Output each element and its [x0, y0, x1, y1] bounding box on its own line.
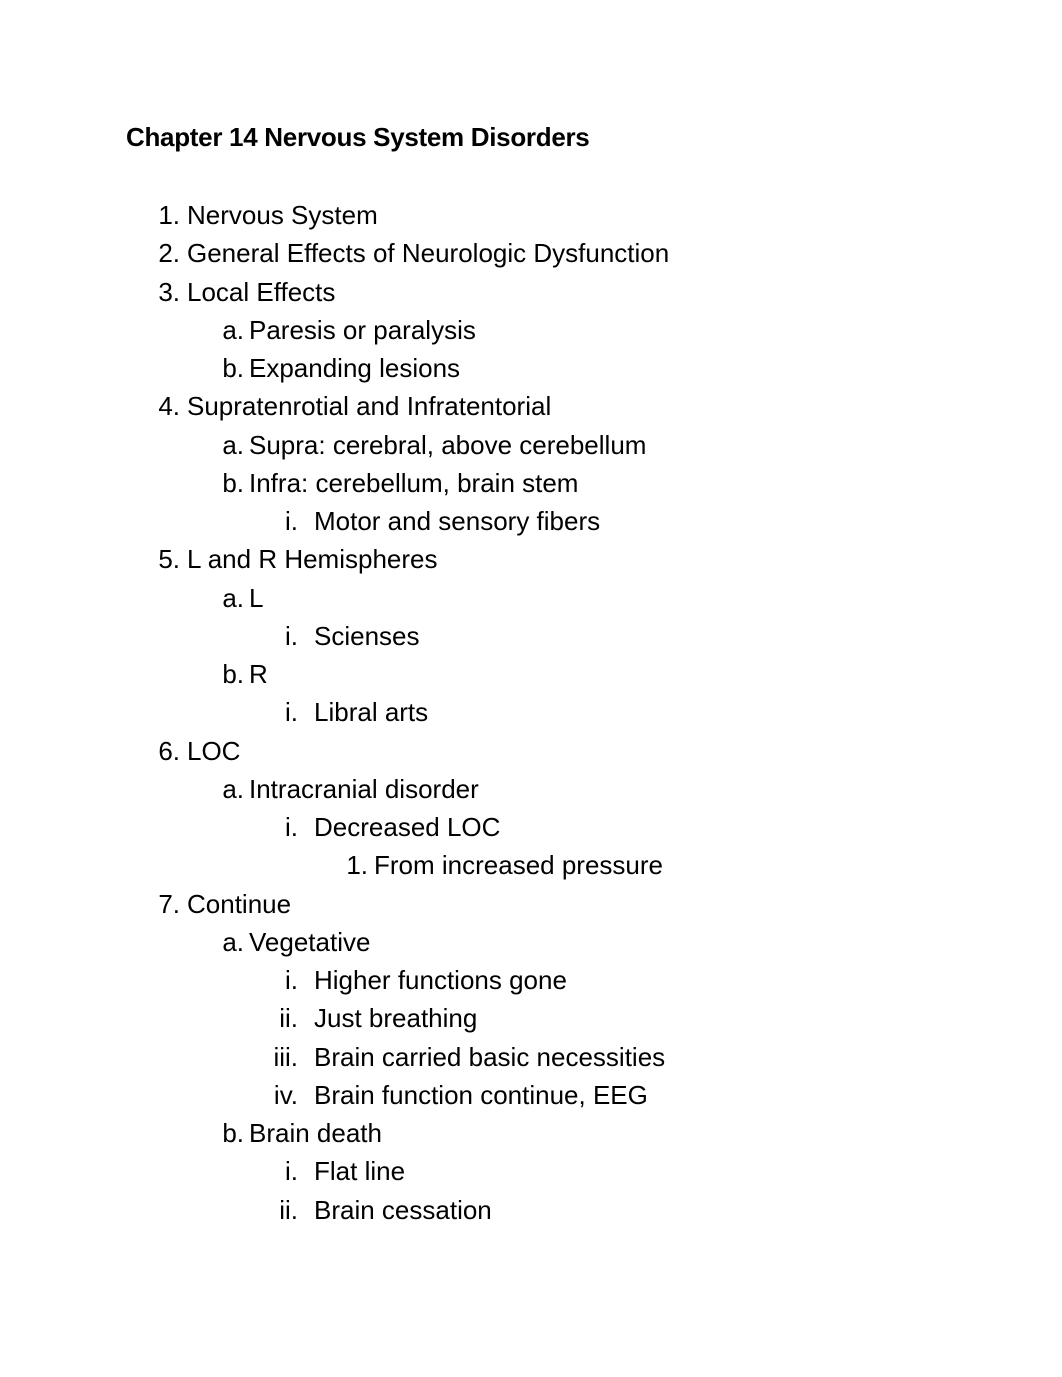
- list-item-text: Expanding lesions: [249, 353, 461, 383]
- outline-item-level-3: iii. Brain carried basic necessities: [0, 1039, 1062, 1077]
- list-item-text: Intracranial disorder: [249, 773, 479, 804]
- outline-item-level-1: 1. Nervous System: [0, 197, 1062, 235]
- outline-item-level-3: i. Libral arts: [0, 694, 1062, 732]
- list-marker: a.: [222, 926, 244, 957]
- outline-item-level-3: i. Higher functions gone: [0, 962, 1062, 1000]
- list-marker: b.: [222, 353, 244, 383]
- list-item-text: Brain cessation: [314, 1194, 492, 1225]
- list-marker: i.: [285, 620, 298, 651]
- list-marker: 1.: [158, 200, 180, 230]
- list-item-text: L: [249, 582, 264, 613]
- list-marker: a.: [222, 314, 244, 345]
- list-item-text: Vegetative: [249, 926, 371, 957]
- outline-item-level-3: ii. Just breathing: [0, 1000, 1062, 1038]
- outline-item-level-2: b. R: [0, 656, 1062, 694]
- list-item-text: Supratenrotial and Infratentorial: [187, 391, 552, 422]
- document-title: Chapter 14 Nervous System Disorders: [126, 122, 590, 152]
- outline-item-level-1: 5. L and R Hemispheres: [0, 541, 1062, 579]
- list-item-text: Flat line: [314, 1156, 406, 1187]
- outline-item-level-3: ii. Brain cessation: [0, 1192, 1062, 1230]
- list-marker: iii.: [273, 1041, 298, 1072]
- document-page: Chapter 14 Nervous System Disorders 1. Ne…: [0, 0, 1062, 1377]
- list-item-text: Libral arts: [314, 697, 429, 728]
- list-item-text: Infra: cerebellum, brain stem: [249, 467, 579, 498]
- list-item-text: Brain function continue, EEG: [314, 1079, 648, 1110]
- list-marker: 1.: [346, 850, 368, 881]
- outline-item-level-3: iv. Brain function continue, EEG: [0, 1077, 1062, 1115]
- list-marker: b.: [222, 659, 244, 689]
- outline-item-level-2: a. Paresis or paralysis: [0, 312, 1062, 350]
- list-item-text: From increased pressure: [374, 850, 663, 881]
- outline-item-level-2: a. Supra: cerebral, above cerebellum: [0, 427, 1062, 465]
- outline-item-level-4: 1. From increased pressure: [0, 847, 1062, 885]
- list-marker: 2.: [158, 238, 180, 269]
- list-marker: b.: [222, 467, 244, 498]
- list-marker: 6.: [158, 735, 180, 766]
- outline-item-level-2: b. Brain death: [0, 1115, 1062, 1153]
- list-item-text: Supra: cerebral, above cerebellum: [249, 429, 647, 460]
- outline-list: 1. Nervous System 2. General Effects of Neu…: [0, 197, 1062, 1230]
- list-item-text: Just breathing: [314, 1003, 478, 1034]
- list-marker: i.: [285, 1156, 298, 1187]
- outline-item-level-3: i. Flat line: [0, 1153, 1062, 1191]
- list-item-text: Nervous System: [187, 200, 378, 230]
- list-marker: i.: [285, 506, 298, 536]
- outline-item-level-1: 2. General Effects of Neurologic Dysfunct…: [0, 235, 1062, 273]
- list-marker: 5.: [158, 544, 180, 575]
- list-item-text: Paresis or paralysis: [249, 314, 476, 345]
- outline-item-level-3: i. Scienses: [0, 618, 1062, 656]
- list-marker: 3.: [158, 276, 180, 307]
- list-marker: i.: [285, 697, 298, 728]
- outline-item-level-2: a. L: [0, 580, 1062, 618]
- list-marker: b.: [222, 1118, 244, 1148]
- list-item-text: Scienses: [314, 620, 420, 651]
- outline-item-level-3: i. Motor and sensory fibers: [0, 503, 1062, 541]
- list-item-text: Brain death: [249, 1118, 382, 1148]
- list-marker: a.: [222, 773, 244, 804]
- list-item-text: LOC: [187, 735, 241, 766]
- list-item-text: Continue: [187, 888, 292, 919]
- list-marker: ii.: [279, 1003, 298, 1034]
- outline-item-level-2: b. Expanding lesions: [0, 350, 1062, 388]
- list-item-text: Motor and sensory fibers: [314, 506, 601, 536]
- list-marker: 4.: [158, 391, 180, 422]
- outline-item-level-1: 3. Local Effects: [0, 274, 1062, 312]
- list-marker: i.: [285, 812, 298, 842]
- list-item-text: Brain carried basic necessities: [314, 1041, 666, 1072]
- outline-item-level-2: b. Infra: cerebellum, brain stem: [0, 465, 1062, 503]
- list-item-text: Decreased LOC: [314, 812, 501, 842]
- outline-item-level-3: i. Decreased LOC: [0, 809, 1062, 847]
- outline-item-level-1: 7. Continue: [0, 886, 1062, 924]
- list-marker: ii.: [279, 1194, 298, 1225]
- list-item-text: R: [249, 659, 268, 689]
- list-marker: i.: [285, 965, 298, 995]
- list-item-text: General Effects of Neurologic Dysfunctio…: [187, 238, 670, 269]
- list-marker: a.: [222, 429, 244, 460]
- list-item-text: Higher functions gone: [314, 965, 567, 995]
- list-marker: 7.: [158, 888, 180, 919]
- list-item-text: L and R Hemispheres: [187, 544, 438, 575]
- outline-item-level-2: a. Vegetative: [0, 924, 1062, 962]
- outline-item-level-1: 4. Supratenrotial and Infratentorial: [0, 388, 1062, 426]
- outline-item-level-1: 6. LOC: [0, 733, 1062, 771]
- list-item-text: Local Effects: [187, 276, 336, 307]
- outline-item-level-2: a. Intracranial disorder: [0, 771, 1062, 809]
- list-marker: a.: [222, 582, 244, 613]
- list-marker: iv.: [273, 1079, 298, 1110]
